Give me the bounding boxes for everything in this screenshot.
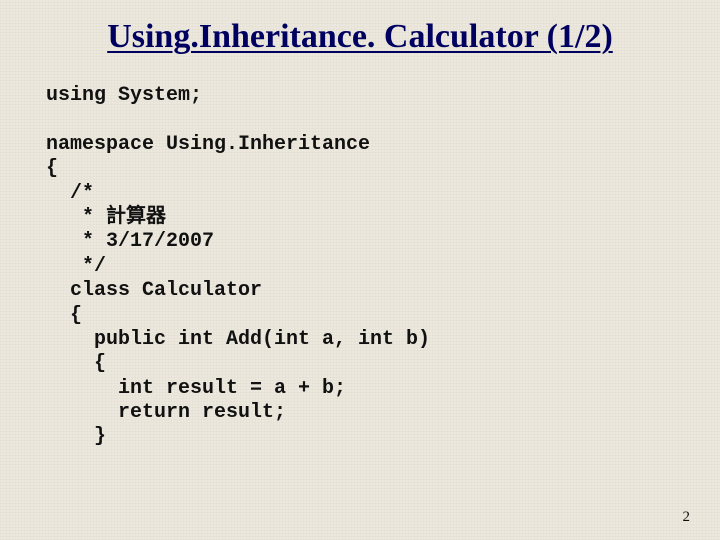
code-line: int result = a + b; [46,377,346,400]
code-line: class Calculator [46,279,262,302]
code-line: { [46,304,82,327]
code-line: public int Add(int a, int b) [46,328,430,351]
code-line: } [46,425,106,448]
code-block: using System; namespace Using.Inheritanc… [0,56,720,450]
code-line: namespace Using.Inheritance [46,133,370,156]
code-line: { [46,157,58,180]
code-line: return result; [46,401,286,424]
code-line: /* [46,182,94,205]
code-line: * 計算器 [46,206,166,229]
code-line: using System; [46,84,202,107]
code-line: * 3/17/2007 [46,230,214,253]
code-line: { [46,352,106,375]
page-number: 2 [683,509,691,526]
slide-title: Using.Inheritance. Calculator (1/2) [0,0,720,56]
code-line: */ [46,255,106,278]
